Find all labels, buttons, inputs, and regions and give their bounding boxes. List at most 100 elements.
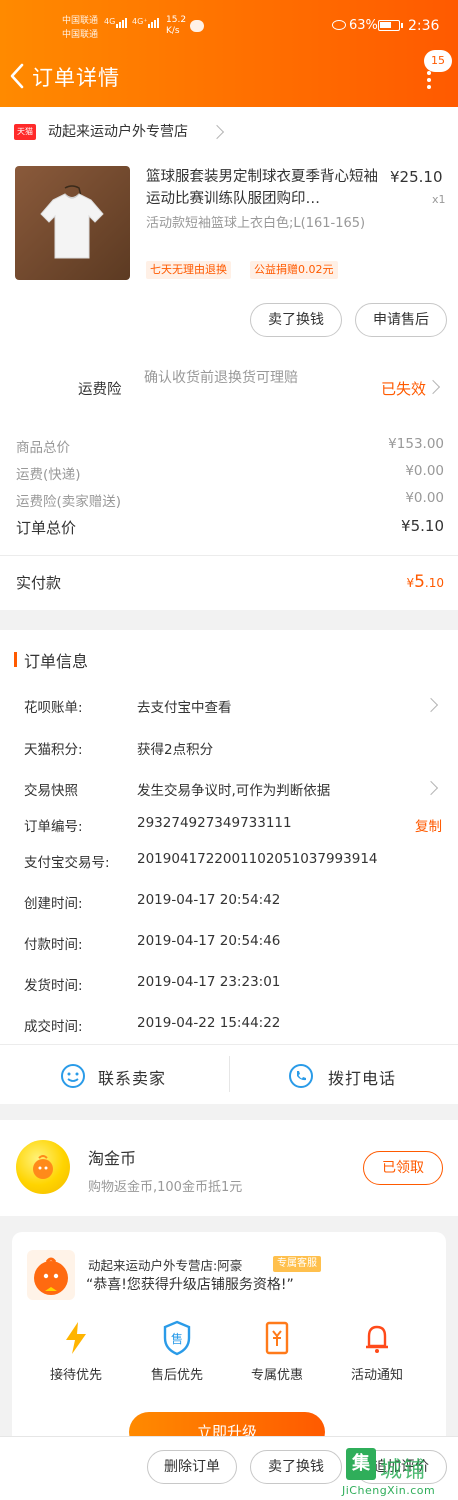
goods-total-label: 商品总价 bbox=[16, 440, 70, 456]
shipping-value: ¥0.00 bbox=[405, 463, 444, 479]
benefit-discount: 专属优惠 bbox=[237, 1320, 317, 1383]
signal-icon bbox=[116, 18, 127, 28]
info-key: 交易快照 bbox=[24, 783, 78, 799]
promo-message: “恭喜!您获得升级店铺服务资格!” bbox=[86, 1277, 294, 1293]
section-accent bbox=[14, 652, 17, 667]
exclusive-service-tag: 专属客服 bbox=[273, 1256, 321, 1272]
product-image[interactable] bbox=[15, 166, 130, 280]
copy-button[interactable]: 复制 bbox=[415, 815, 442, 835]
paid-int: 5 bbox=[414, 572, 425, 592]
coupon-icon bbox=[265, 1321, 289, 1355]
insurance-fee-value: ¥0.00 bbox=[405, 490, 444, 506]
call-button[interactable]: 拨打电话 bbox=[230, 1045, 458, 1105]
benefit-label: 活动通知 bbox=[350, 1368, 403, 1383]
order-detail-screen: 中国联通 中国联通 4G 4G⁺ 15.2 K/s 63% 2:36 订单详情 … bbox=[0, 0, 458, 1500]
coin-subtitle: 购物返金币,100金币抵1元 bbox=[88, 1180, 243, 1195]
shipping-row: 运费(快递) ¥0.00 bbox=[16, 463, 444, 483]
info-value: 2019-04-22 15:44:22 bbox=[137, 1015, 281, 1031]
goods-total-value: ¥153.00 bbox=[388, 436, 444, 452]
speed-unit: K/s bbox=[166, 26, 180, 36]
divider bbox=[229, 1056, 230, 1092]
info-value: 2019-04-17 20:54:42 bbox=[137, 892, 281, 908]
coin-title: 淘金币 bbox=[88, 1149, 137, 1168]
product-title[interactable]: 篮球服套装男定制球衣夏季背心短袖运动比赛训练队服团购印… bbox=[146, 166, 382, 210]
info-value: 获得2点积分 bbox=[137, 742, 214, 758]
order-total-value: ¥5.10 bbox=[401, 517, 444, 535]
charity-tag: 公益捐赠0.02元 bbox=[250, 261, 338, 279]
coin-claimed-button[interactable]: 已领取 bbox=[363, 1151, 443, 1185]
call-label: 拨打电话 bbox=[328, 1069, 397, 1088]
tmall-logo: 天猫 bbox=[14, 124, 36, 140]
delete-order-button[interactable]: 删除订单 bbox=[147, 1450, 237, 1484]
info-key: 订单编号: bbox=[24, 819, 83, 835]
watermark-url: JiChengXin.com bbox=[342, 1484, 436, 1497]
svg-text:售: 售 bbox=[171, 1331, 183, 1346]
promo-shop-line: 动起来运动户外专营店:阿豪 bbox=[88, 1258, 243, 1273]
shop-link[interactable]: 天猫 动起来运动户外专营店 bbox=[0, 112, 458, 152]
product-price: ¥25.10 bbox=[390, 168, 443, 186]
paid-dec: .10 bbox=[424, 576, 444, 590]
paid-row bbox=[0, 556, 458, 610]
insurance-fee-label: 运费险(卖家赠送) bbox=[16, 494, 122, 510]
more-dots-icon bbox=[427, 71, 431, 89]
coin-face-icon bbox=[33, 1155, 53, 1179]
tshirt-image bbox=[40, 185, 104, 259]
sell-button[interactable]: 卖了换钱 bbox=[250, 1450, 342, 1484]
sell-item-button[interactable]: 卖了换钱 bbox=[250, 303, 342, 337]
alipay-number: 2019041722001102051037993914 bbox=[137, 851, 378, 867]
info-key: 支付宝交易号: bbox=[24, 855, 110, 871]
coin-icon bbox=[16, 1140, 70, 1194]
speed-value: 15.2 bbox=[166, 15, 187, 25]
benefit-label: 接待优先 bbox=[49, 1368, 102, 1383]
product-sku: 活动款短袖篮球上衣白色;L(161-165) bbox=[146, 216, 366, 231]
header: 中国联通 中国联通 4G 4G⁺ 15.2 K/s 63% 2:36 订单详情 … bbox=[0, 0, 458, 107]
order-info-title: 订单信息 bbox=[24, 652, 89, 671]
network-type-2: 4G⁺ bbox=[132, 17, 148, 26]
eye-comfort-icon bbox=[332, 20, 346, 30]
benefit-notify: 活动通知 bbox=[337, 1320, 417, 1383]
seller-avatar bbox=[27, 1250, 75, 1300]
benefit-after-sale: 售 售后优先 bbox=[137, 1320, 217, 1383]
back-arrow-icon[interactable] bbox=[6, 60, 28, 92]
insurance-label: 运费险 bbox=[78, 382, 122, 398]
shipping-label: 运费(快递) bbox=[16, 467, 81, 483]
info-value: 发生交易争议时,可作为判断依据 bbox=[137, 783, 331, 799]
order-number: 293274927349733111 bbox=[137, 815, 292, 831]
after-sale-button[interactable]: 申请售后 bbox=[355, 303, 447, 337]
info-key: 发货时间: bbox=[24, 978, 83, 994]
return-policy-tag: 七天无理由退换 bbox=[146, 261, 231, 279]
insurance-status: 已失效 bbox=[381, 380, 427, 398]
insurance-fee-row: 运费险(卖家赠送) ¥0.00 bbox=[16, 490, 444, 510]
chevron-right-icon bbox=[209, 124, 225, 140]
benefit-label: 售后优先 bbox=[150, 1368, 203, 1383]
carrier-1: 中国联通 bbox=[62, 16, 99, 26]
info-value: 去支付宝中查看 bbox=[137, 700, 232, 716]
wechat-icon bbox=[190, 20, 204, 32]
insurance-description: 确认收货前退换货可理赔 bbox=[144, 370, 298, 386]
battery-percent: 63% bbox=[349, 18, 378, 33]
shield-icon: 售 bbox=[163, 1320, 191, 1356]
signal-icon-2 bbox=[148, 18, 159, 28]
order-total-label: 订单总价 bbox=[16, 519, 77, 537]
goods-total-row: 商品总价 ¥153.00 bbox=[16, 436, 444, 456]
paid-currency: ¥ bbox=[406, 576, 415, 590]
info-key: 成交时间: bbox=[24, 1019, 83, 1035]
info-key: 花呗账单: bbox=[24, 700, 83, 716]
clock: 2:36 bbox=[408, 18, 440, 34]
bell-icon bbox=[366, 1325, 388, 1353]
chat-face-icon bbox=[61, 1064, 85, 1088]
notification-badge: 15 bbox=[424, 50, 452, 72]
battery-fill bbox=[380, 22, 391, 28]
battery-icon bbox=[378, 20, 403, 31]
benefit-label: 专属优惠 bbox=[250, 1368, 303, 1383]
watermark-logo: 集 bbox=[346, 1448, 376, 1480]
status-bar: 中国联通 中国联通 4G 4G⁺ 15.2 K/s 63% 2:36 bbox=[0, 0, 458, 50]
info-value: 2019-04-17 23:23:01 bbox=[137, 974, 281, 990]
contact-seller-button[interactable]: 联系卖家 bbox=[0, 1045, 229, 1105]
benefit-reception: 接待优先 bbox=[36, 1320, 116, 1383]
carrier-labels: 中国联通 中国联通 bbox=[62, 14, 98, 42]
lightning-icon bbox=[66, 1322, 86, 1354]
info-key: 创建时间: bbox=[24, 896, 83, 912]
paid-value: ¥5.10 bbox=[406, 572, 444, 592]
carrier-2: 中国联通 bbox=[62, 30, 99, 40]
